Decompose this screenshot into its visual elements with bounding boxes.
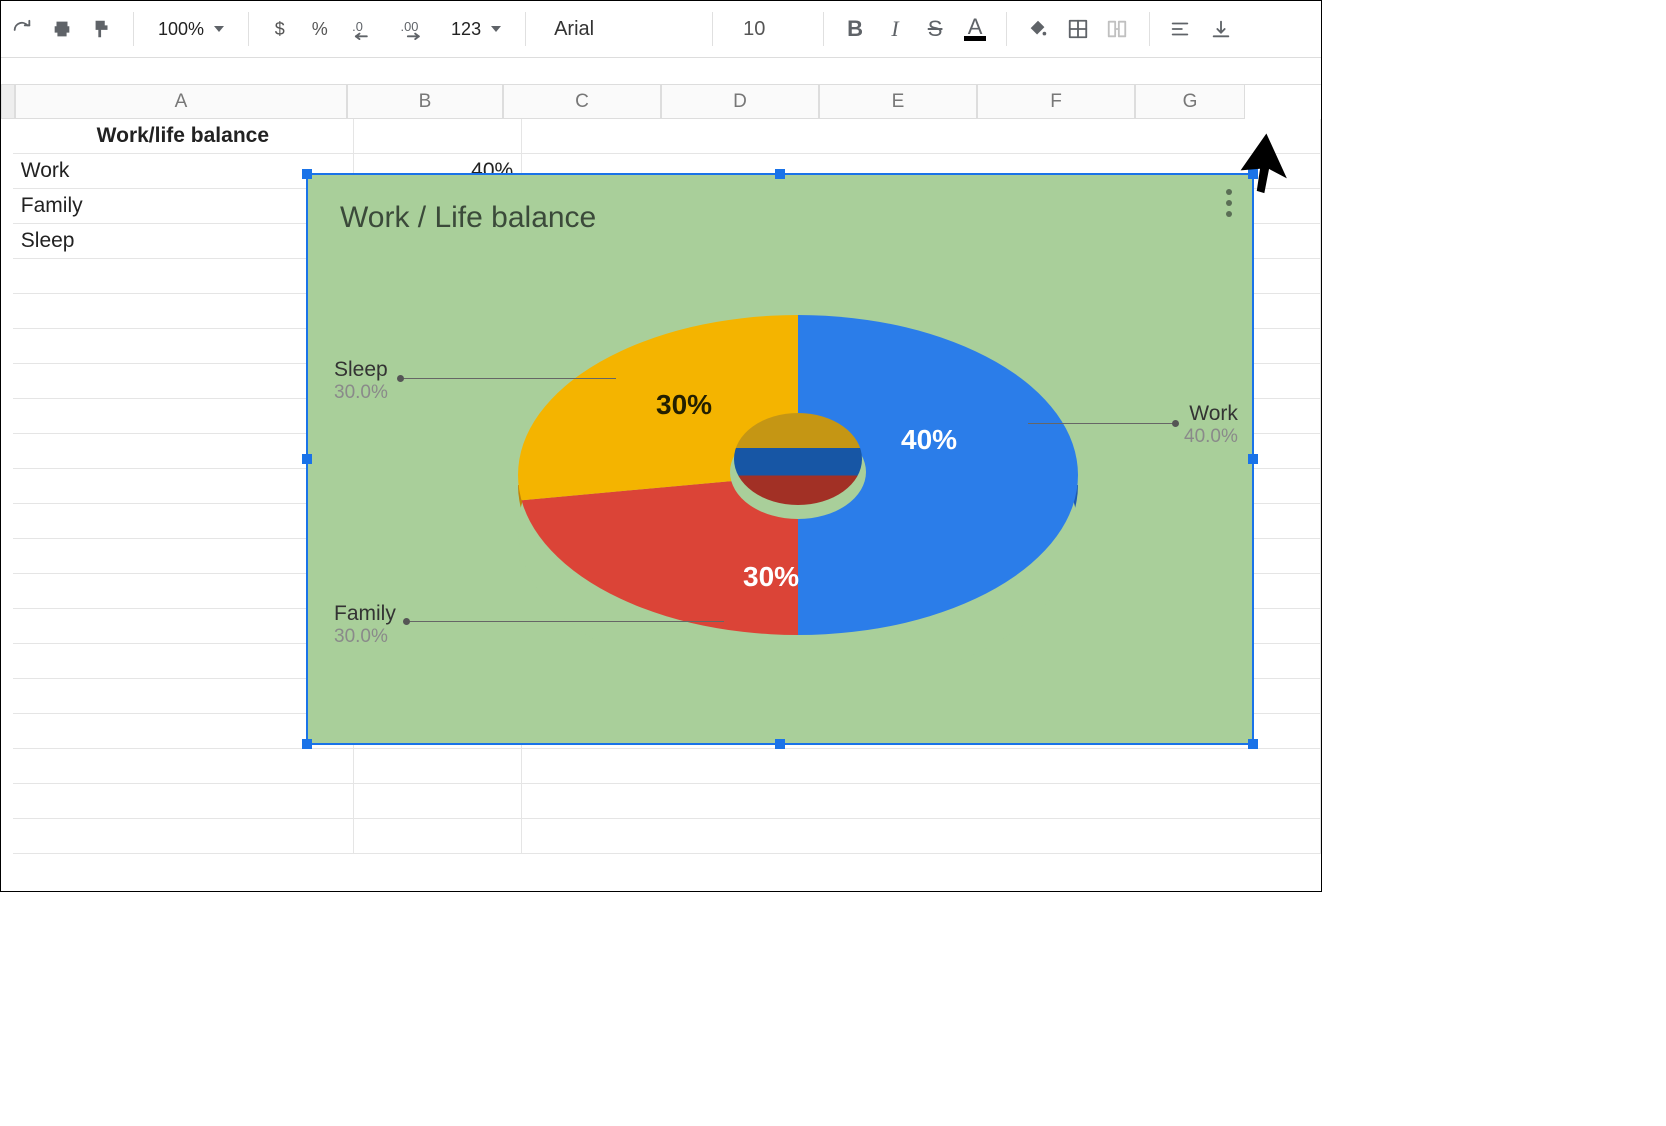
- cell-A1[interactable]: Work/life balance: [13, 119, 354, 154]
- column-header-C[interactable]: C: [503, 85, 661, 119]
- slice-pct-family: 30%: [743, 561, 799, 593]
- cell-empty[interactable]: [13, 399, 354, 434]
- decrease-decimal-button[interactable]: .0: [343, 12, 387, 46]
- paint-format-button[interactable]: [85, 12, 119, 46]
- horizontal-align-button[interactable]: [1164, 12, 1198, 46]
- cell-empty[interactable]: [354, 819, 522, 854]
- column-header-F[interactable]: F: [977, 85, 1135, 119]
- format-percent-button[interactable]: %: [303, 12, 337, 46]
- cell-empty[interactable]: [522, 749, 1321, 784]
- cell-B1[interactable]: [354, 119, 522, 154]
- chart-title[interactable]: Work / Life balance: [340, 201, 596, 235]
- cell-empty[interactable]: [13, 364, 354, 399]
- redo-button[interactable]: [5, 12, 39, 46]
- cell-empty[interactable]: [13, 259, 354, 294]
- cell-A4[interactable]: Sleep: [13, 224, 354, 259]
- label-sleep: Sleep30.0%: [334, 357, 388, 405]
- column-header-E[interactable]: E: [819, 85, 977, 119]
- borders-button[interactable]: [1061, 12, 1095, 46]
- formula-bar[interactable]: [1, 58, 1321, 85]
- resize-handle-e[interactable]: [1248, 454, 1258, 464]
- column-header-B[interactable]: B: [347, 85, 503, 119]
- chart-object[interactable]: Work / Life balance 40% 30% 30% Work40.0…: [306, 173, 1254, 745]
- print-button[interactable]: [45, 12, 79, 46]
- cell-empty[interactable]: [13, 329, 354, 364]
- toolbar: 100% $ % .0 .00 123 Arial 10 B I S A: [1, 1, 1321, 58]
- cell-rest-1[interactable]: [522, 119, 1321, 154]
- vertical-align-button[interactable]: [1204, 12, 1238, 46]
- resize-handle-s[interactable]: [775, 739, 785, 749]
- label-family: Family30.0%: [334, 601, 396, 649]
- number-format-dropdown[interactable]: 123: [447, 12, 511, 46]
- svg-text:.0: .0: [352, 19, 363, 34]
- zoom-value: 100%: [158, 19, 204, 40]
- number-format-label: 123: [451, 19, 481, 40]
- leader-sleep: [398, 378, 616, 379]
- resize-handle-n[interactable]: [775, 169, 785, 179]
- cell-empty[interactable]: [13, 784, 354, 819]
- strikethrough-button[interactable]: S: [918, 12, 952, 46]
- chart-menu-button[interactable]: [1226, 189, 1232, 217]
- svg-text:.00: .00: [401, 19, 419, 34]
- cell-empty[interactable]: [354, 749, 522, 784]
- cell-empty[interactable]: [13, 574, 354, 609]
- spreadsheet-grid: A B C D E F G Work/life balance Work 40%…: [1, 85, 1321, 854]
- resize-handle-sw[interactable]: [302, 739, 312, 749]
- merge-cells-button[interactable]: [1101, 12, 1135, 46]
- resize-handle-w[interactable]: [302, 454, 312, 464]
- cell-empty[interactable]: [13, 819, 354, 854]
- fill-color-button[interactable]: [1021, 12, 1055, 46]
- label-work: Work40.0%: [1184, 401, 1238, 449]
- cell-A3[interactable]: Family: [13, 189, 354, 224]
- zoom-dropdown[interactable]: 100%: [148, 12, 234, 46]
- leader-family: [404, 621, 724, 622]
- resize-handle-nw[interactable]: [302, 169, 312, 179]
- font-size-value: 10: [743, 18, 765, 41]
- cell-empty[interactable]: [13, 644, 354, 679]
- bold-button[interactable]: B: [838, 12, 872, 46]
- cell-empty[interactable]: [522, 784, 1321, 819]
- cell-empty[interactable]: [13, 539, 354, 574]
- slice-pct-work: 40%: [901, 424, 957, 456]
- cell-empty[interactable]: [13, 749, 354, 784]
- donut-chart: 40% 30% 30%: [518, 295, 1078, 725]
- font-size-dropdown[interactable]: 10: [727, 12, 809, 46]
- text-color-button[interactable]: A: [958, 12, 992, 46]
- select-all-corner[interactable]: [1, 85, 15, 119]
- cell-empty[interactable]: [13, 609, 354, 644]
- resize-handle-se[interactable]: [1248, 739, 1258, 749]
- column-header-D[interactable]: D: [661, 85, 819, 119]
- slice-pct-sleep: 30%: [656, 389, 712, 421]
- font-family-dropdown[interactable]: Arial: [540, 12, 698, 46]
- format-currency-button[interactable]: $: [263, 12, 297, 46]
- cell-empty[interactable]: [13, 469, 354, 504]
- increase-decimal-button[interactable]: .00: [393, 12, 441, 46]
- italic-button[interactable]: I: [878, 12, 912, 46]
- cell-empty[interactable]: [522, 819, 1321, 854]
- leader-work: [1028, 423, 1178, 424]
- cell-empty[interactable]: [13, 294, 354, 329]
- font-family-value: Arial: [554, 18, 594, 41]
- cell-empty[interactable]: [13, 504, 354, 539]
- column-headers: A B C D E F G: [1, 85, 1321, 119]
- column-header-G[interactable]: G: [1135, 85, 1245, 119]
- column-header-A[interactable]: A: [15, 85, 347, 119]
- cell-empty[interactable]: [354, 784, 522, 819]
- cell-empty[interactable]: [13, 679, 354, 714]
